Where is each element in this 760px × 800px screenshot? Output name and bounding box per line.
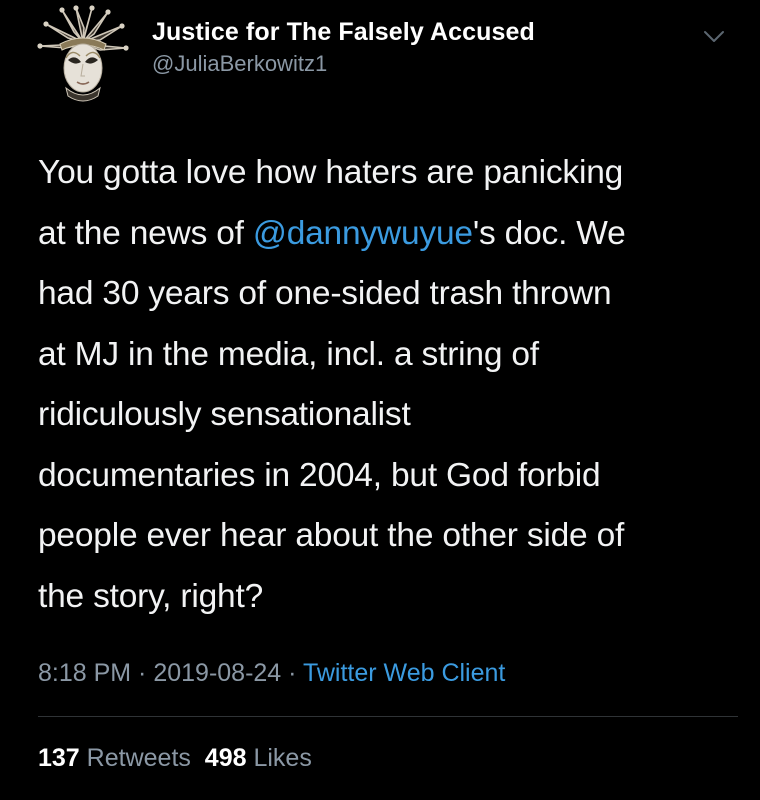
tweet-menu-button[interactable] bbox=[700, 24, 728, 48]
author-block[interactable]: Justice for The Falsely Accused @JuliaBe… bbox=[152, 14, 535, 78]
retweets-count: 137 bbox=[38, 744, 80, 772]
user-handle[interactable]: @JuliaBerkowitz1 bbox=[152, 50, 535, 78]
chevron-down-icon bbox=[704, 31, 724, 42]
likes-label: Likes bbox=[253, 744, 312, 772]
likes-count: 498 bbox=[204, 744, 247, 772]
likes-stat[interactable]: 498 Likes bbox=[205, 744, 312, 772]
meta-separator: · bbox=[131, 659, 154, 687]
meta-separator: · bbox=[281, 659, 303, 687]
tweet-time[interactable]: 8:18 PM bbox=[38, 659, 131, 687]
tweet-text-part-2: 's doc. We had 30 years of one-sided tra… bbox=[38, 214, 626, 615]
tweet-text: You gotta love how haters are panicking … bbox=[38, 143, 738, 627]
tweet-card: Justice for The Falsely Accused @JuliaBe… bbox=[0, 0, 760, 800]
retweets-label: Retweets bbox=[86, 744, 191, 772]
retweets-stat[interactable]: 137 Retweets bbox=[38, 744, 191, 772]
client-link[interactable]: Twitter Web Client bbox=[303, 659, 505, 687]
tweet-date[interactable]: 2019-08-24 bbox=[153, 659, 281, 687]
display-name[interactable]: Justice for The Falsely Accused bbox=[152, 14, 535, 50]
tweet-metadata: 8:18 PM · 2019-08-24 · Twitter Web Clien… bbox=[38, 655, 505, 691]
divider bbox=[38, 716, 738, 717]
avatar[interactable] bbox=[32, 2, 134, 104]
jester-mask-icon bbox=[37, 5, 129, 102]
engagement-stats: 137 Retweets 498 Likes bbox=[38, 740, 312, 776]
mention-link[interactable]: @dannywuyue bbox=[253, 215, 473, 252]
